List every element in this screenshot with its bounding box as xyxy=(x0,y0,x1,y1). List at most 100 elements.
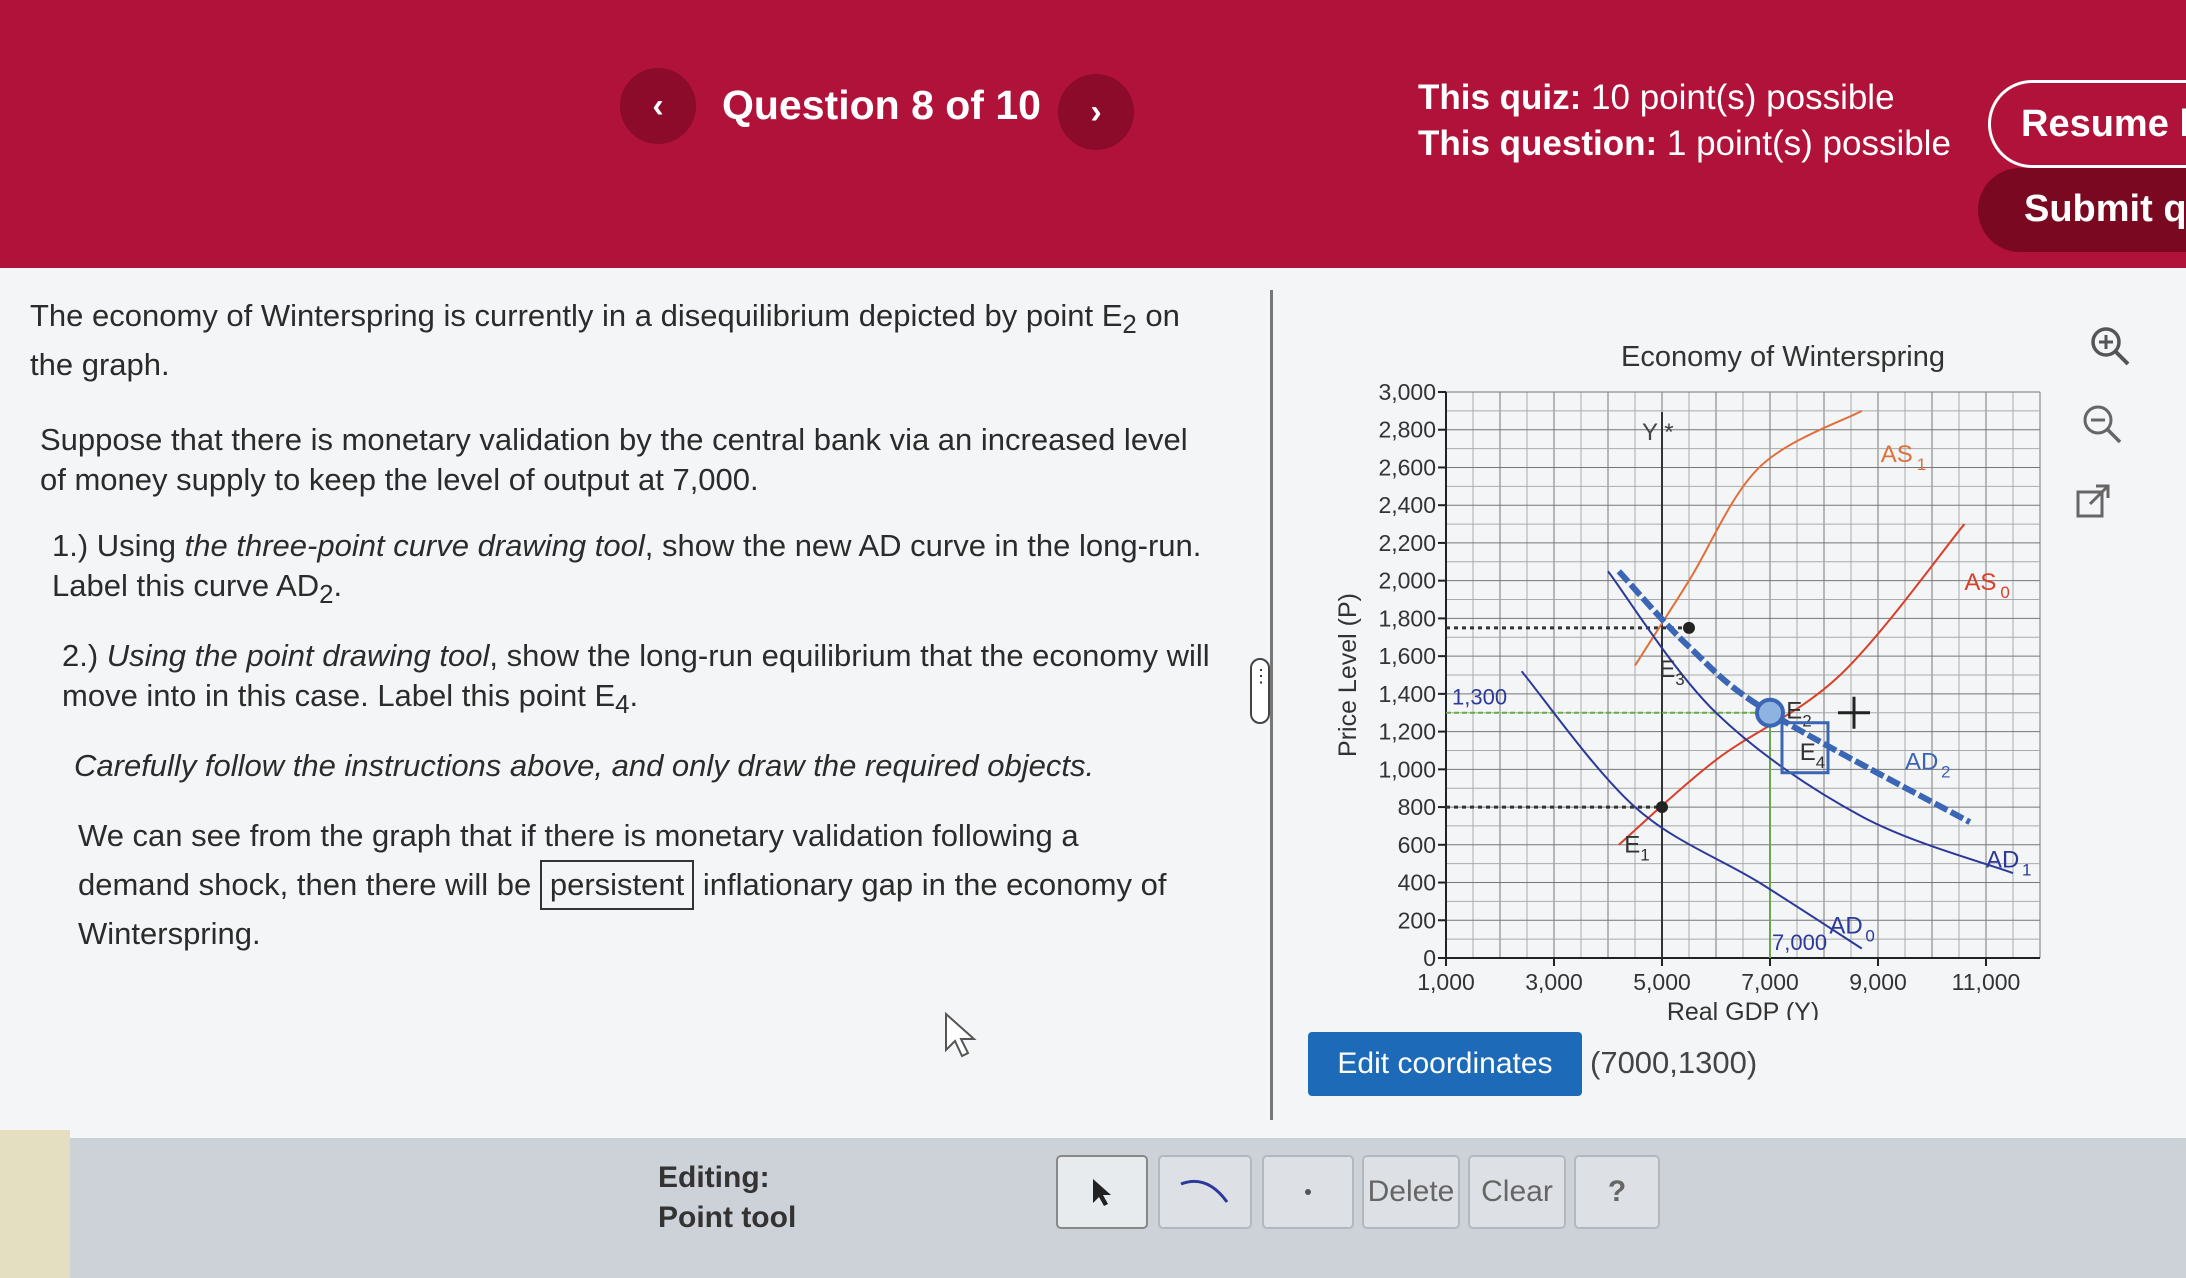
curve-label-sub-ad2: 2 xyxy=(1941,762,1950,781)
step1-end: . xyxy=(333,568,343,603)
x-tick-label: 9,000 xyxy=(1849,969,1907,995)
zoom-in-icon[interactable] xyxy=(2088,324,2132,368)
y-star-label: Y * xyxy=(1642,419,1674,446)
intro-subscript: 2 xyxy=(1122,311,1137,340)
point-label-sub-e2: 2 xyxy=(1802,711,1811,730)
y-tick-label: 1,000 xyxy=(1378,756,1436,782)
step1-line-2: Label this curve AD xyxy=(52,568,320,603)
curve-label-as1: AS xyxy=(1881,441,1913,468)
resume-later-button[interactable]: Resume la xyxy=(1988,80,2186,168)
panel-divider xyxy=(1270,290,1273,1120)
curve-label-ad1: AD xyxy=(1986,846,2019,873)
point-label-sub-e3: 3 xyxy=(1675,670,1684,689)
curve-label-ad2: AD xyxy=(1905,748,1938,775)
y-tick-label: 200 xyxy=(1398,907,1436,933)
suppose-line-1: Suppose that there is monetary validatio… xyxy=(40,422,1188,457)
clear-button[interactable]: Clear xyxy=(1468,1155,1566,1229)
chart-title: Economy of Winterspring xyxy=(1621,341,1945,373)
point-tool-icon xyxy=(1305,1189,1311,1195)
conclusion-line-1: We can see from the graph that if there … xyxy=(78,818,1079,853)
previous-question-button[interactable]: ‹ xyxy=(620,68,696,144)
edit-coordinates-button[interactable]: Edit coordinates xyxy=(1308,1032,1582,1096)
answer-dropdown[interactable]: persistent xyxy=(539,860,695,910)
step2-end: . xyxy=(629,678,639,713)
submit-quiz-button[interactable]: Submit qu xyxy=(1978,168,2186,252)
question-points-label: This question: xyxy=(1418,124,1658,163)
x-tick-label: 1,000 xyxy=(1417,969,1475,995)
y-tick-label: 800 xyxy=(1398,794,1436,820)
intro-line-1: The economy of Winterspring is currently… xyxy=(30,298,1123,333)
y-tick-label: 2,600 xyxy=(1378,454,1436,480)
y-tick-label: 1,800 xyxy=(1378,605,1436,631)
y-tick-label: 2,400 xyxy=(1378,492,1436,518)
x-tick-label: 5,000 xyxy=(1633,969,1691,995)
curve-label-sub-as0: 0 xyxy=(2000,583,2009,602)
y-tick-label: 600 xyxy=(1398,832,1436,858)
y-tick-label: 2,200 xyxy=(1378,530,1436,556)
panel-resize-handle[interactable]: ⋮ xyxy=(1250,658,1270,724)
editing-label: Editing: xyxy=(658,1161,770,1194)
point-label-e2: E xyxy=(1786,697,1802,724)
step1-tool-name: the three-point curve drawing tool xyxy=(184,528,645,563)
step2-subscript: 4 xyxy=(615,691,630,720)
instruction-step-1: 1.) Using the three-point curve drawing … xyxy=(52,526,1201,615)
left-strip xyxy=(0,1130,70,1278)
y-tick-label: 1,400 xyxy=(1378,681,1436,707)
select-tool-button[interactable] xyxy=(1056,1155,1148,1229)
arrow-pointer-icon xyxy=(1093,1179,1111,1206)
curve-label-sub-ad0: 0 xyxy=(1865,926,1874,945)
point-label-e3: E xyxy=(1659,656,1675,683)
question-points-value: 1 point(s) possible xyxy=(1666,124,1951,163)
intro-text: The economy of Winterspring is currently… xyxy=(30,296,1180,385)
curve-tool-icon xyxy=(1180,1179,1229,1203)
x-axis-label: Real GDP (Y) xyxy=(1667,998,1819,1020)
mouse-cursor-icon xyxy=(945,1012,977,1058)
chevron-left-icon: ‹ xyxy=(652,86,664,125)
conclusion-pre: demand shock, then there will be xyxy=(78,867,532,902)
question-points: This question: 1 point(s) possible xyxy=(1418,124,1951,164)
step1-prefix: 1.) Using xyxy=(52,528,185,563)
intro-line-2: the graph. xyxy=(30,347,170,383)
point-label-e1: E xyxy=(1624,831,1640,858)
point-label-e4: E xyxy=(1800,739,1816,766)
help-button[interactable]: ? xyxy=(1574,1155,1660,1229)
chevron-right-icon: › xyxy=(1090,92,1102,131)
step2-rest: , show the long-run equilibrium that the… xyxy=(489,638,1210,673)
quiz-points-value: 10 point(s) possible xyxy=(1591,78,1895,117)
question-title: Question 8 of 10 xyxy=(722,82,1041,128)
economy-graph[interactable]: 02004006008001,0001,2001,4001,6001,8002,… xyxy=(1330,330,2070,1020)
e2-output-label: 7,000 xyxy=(1772,930,1827,955)
curve-label-ad0: AD xyxy=(1829,912,1862,939)
y-axis-label: Price Level (P) xyxy=(1334,593,1362,757)
point-label-sub-e1: 1 xyxy=(1640,845,1649,864)
e2-price-label: 1,300 xyxy=(1452,685,1507,710)
suppose-text: Suppose that there is monetary validatio… xyxy=(40,420,1188,500)
curve-label-sub-as1: 1 xyxy=(1917,455,1926,474)
current-tool-name: Point tool xyxy=(658,1201,797,1234)
open-external-icon[interactable] xyxy=(2074,482,2114,522)
x-tick-label: 11,000 xyxy=(1952,969,2021,995)
y-tick-label: 400 xyxy=(1398,870,1436,896)
quiz-header: ‹ Question 8 of 10 › This quiz: 10 point… xyxy=(0,0,2186,268)
careful-note: Carefully follow the instructions above,… xyxy=(74,748,1095,783)
point-e2 xyxy=(1755,697,1785,728)
quiz-points: This quiz: 10 point(s) possible xyxy=(1418,78,1895,118)
quiz-points-label: This quiz: xyxy=(1418,78,1582,117)
curve-label-sub-ad1: 1 xyxy=(2022,860,2031,879)
x-tick-label: 3,000 xyxy=(1525,969,1583,995)
y-tick-label: 0 xyxy=(1423,945,1436,971)
suppose-line-2: of money supply to keep the level of out… xyxy=(40,462,759,497)
next-question-button[interactable]: › xyxy=(1058,74,1134,150)
conclusion-post: inflationary gap in the economy of xyxy=(702,867,1167,902)
curve-tool-button[interactable] xyxy=(1158,1155,1252,1229)
y-tick-label: 1,200 xyxy=(1378,719,1436,745)
delete-button[interactable]: Delete xyxy=(1362,1155,1460,1229)
y-tick-label: 1,600 xyxy=(1378,643,1436,669)
step2-tool-name: Using the point drawing tool xyxy=(106,638,490,673)
point-tool-button[interactable] xyxy=(1262,1155,1354,1229)
coordinates-readout: (7000,1300) xyxy=(1590,1045,1758,1080)
y-tick-label: 2,000 xyxy=(1378,568,1436,594)
zoom-out-icon[interactable] xyxy=(2080,402,2124,446)
step2-prefix: 2.) xyxy=(62,638,107,673)
instruction-step-2: 2.) Using the point drawing tool, show t… xyxy=(62,636,1210,725)
